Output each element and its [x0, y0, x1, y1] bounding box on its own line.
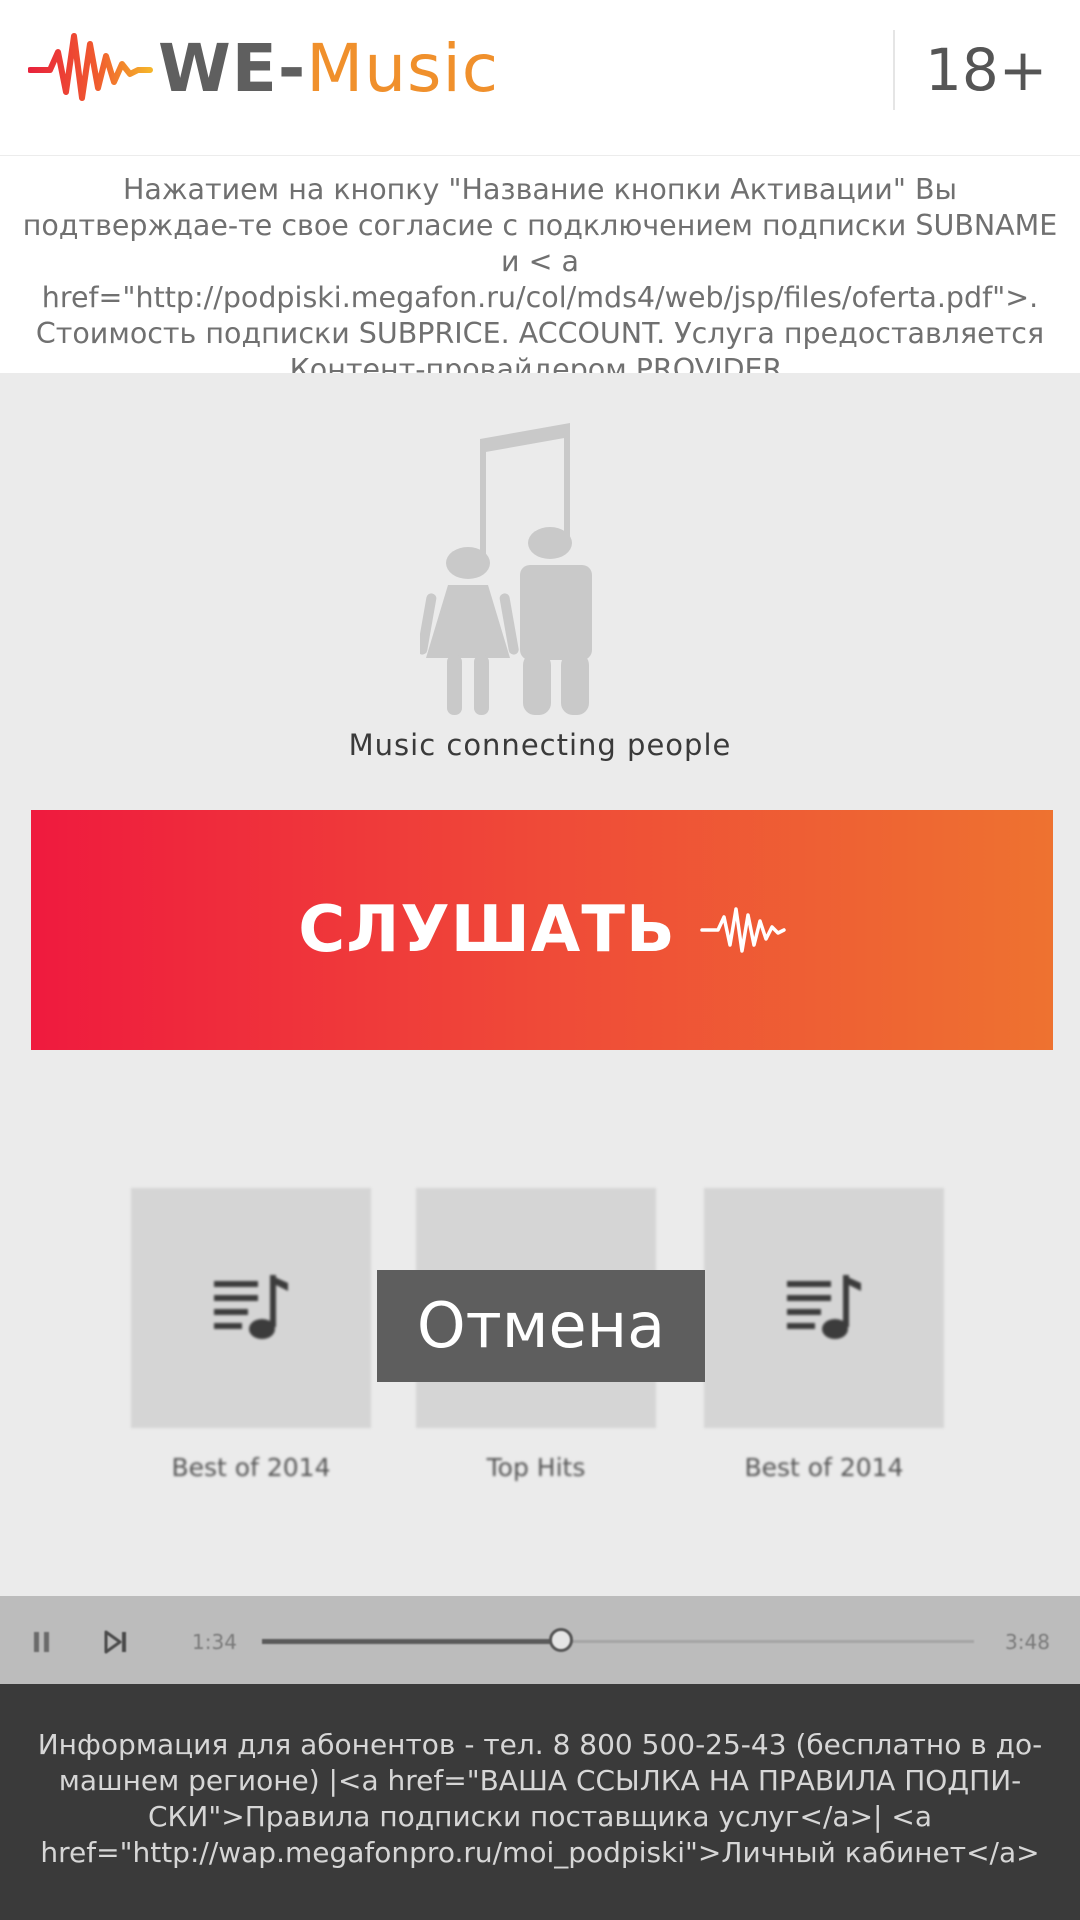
tagline: Music connecting people	[348, 728, 732, 762]
progress-fill	[262, 1639, 562, 1644]
total-time: 3:48	[1005, 1630, 1050, 1654]
album-tile[interactable]	[131, 1188, 371, 1428]
header-divider	[893, 30, 895, 110]
logo-music-text: Music	[306, 30, 500, 107]
listen-button[interactable]: СЛУШАТЬ	[31, 810, 1053, 1050]
sound-wave-logo-icon	[28, 33, 153, 101]
footer-info-text: Информация для абонентов - тел. 8 800 50…	[37, 1728, 1043, 1869]
footer: Информация для абонентов - тел. 8 800 50…	[0, 1684, 1080, 1920]
playlist-icon	[214, 1275, 288, 1339]
music-people-illustration-icon	[420, 423, 592, 715]
sound-wave-icon	[700, 907, 786, 953]
progress-thumb[interactable]	[549, 1628, 574, 1652]
brand-logo: WE-Music	[158, 24, 499, 114]
main-content: Music connecting people СЛУШАТЬ Best of …	[0, 373, 1080, 1596]
age-rating-badge: 18+	[925, 36, 1048, 104]
cancel-button[interactable]: Отмена	[377, 1270, 705, 1382]
header: WE-Music 18+	[0, 0, 1080, 156]
album-title: Best of 2014	[171, 1453, 331, 1482]
playlist-icon	[787, 1275, 861, 1339]
album-tile[interactable]	[704, 1188, 944, 1428]
skip-next-icon[interactable]	[104, 1630, 128, 1654]
current-time: 1:34	[192, 1630, 237, 1654]
album-title: Top Hits	[486, 1453, 586, 1482]
player-bar: 1:34 3:48	[0, 1596, 1080, 1684]
progress-slider[interactable]	[262, 1628, 974, 1652]
listen-button-label: СЛУШАТЬ	[298, 893, 676, 967]
subscription-terms-text: Нажатием на кнопку "Название кнопки Акти…	[22, 173, 1058, 386]
logo-we-text: WE-	[158, 30, 307, 107]
album-title: Best of 2014	[744, 1453, 904, 1482]
pause-icon[interactable]	[33, 1631, 51, 1653]
